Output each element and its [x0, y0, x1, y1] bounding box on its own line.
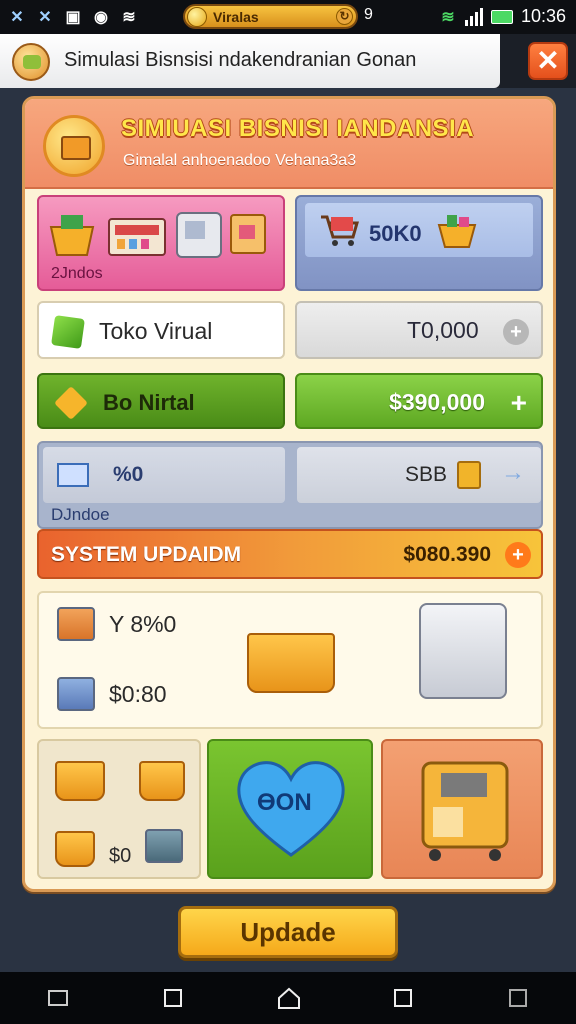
close-icon: ✕ — [536, 45, 560, 76]
shopping-basket-icon — [247, 633, 335, 693]
wifi-icon: ≋ — [122, 9, 136, 26]
screenshot-icon[interactable] — [46, 986, 70, 1010]
status-left-icons: ✕ ✕ ▣ ◉ ≋ — [8, 8, 138, 26]
update-button[interactable]: Updade — [178, 906, 398, 958]
app-logo — [12, 43, 50, 81]
toko-cube-icon — [51, 315, 85, 349]
info-line-2: $0:80 — [109, 681, 167, 707]
items-value: $0 — [109, 845, 132, 867]
panel-subtitle: Gimalal anhoenadoo Vehana3a3 — [123, 152, 357, 169]
chart-icon — [57, 463, 89, 487]
status-right: ≋ 10:36 — [439, 6, 566, 27]
vending-machine-icon — [419, 603, 507, 699]
status-number: 9 — [364, 6, 373, 23]
coin-add-icon[interactable]: ↻ — [336, 8, 353, 25]
basket-icon — [49, 215, 95, 256]
photo-icon — [57, 677, 95, 711]
navigation-bar — [0, 972, 576, 1024]
coin-icon — [187, 7, 207, 27]
panel-header: SIMIUASI BISNISI IANDANSIA Gimalal anhoe… — [25, 99, 553, 189]
basket-icon — [55, 761, 105, 801]
gallery-icon: ▣ — [65, 9, 81, 26]
status-bar: ✕ ✕ ▣ ◉ ≋ Viralas ↻ 9 ≋ 10:36 — [0, 0, 576, 34]
basket-icon — [55, 831, 95, 867]
info-line-1: Y 8%0 — [109, 611, 177, 637]
stats-strip-label: DJndoe — [51, 505, 110, 524]
toko-virtual-row[interactable]: Toko Virual — [37, 301, 285, 359]
heart-tile[interactable]: ӨON — [207, 739, 373, 879]
stats-strip: %0 SBB → DJndoe — [37, 441, 543, 529]
basket-icon — [437, 215, 477, 248]
game-panel: SIMIUASI BISNISI IANDANSIA Gimalal anhoe… — [22, 96, 556, 892]
gallery-icon[interactable] — [506, 986, 530, 1010]
stats-left-value: %0 — [113, 463, 144, 486]
app-title: Simulasi Bisnsisi ndakendranian Gonan — [64, 49, 417, 71]
bo-value-row[interactable]: $390,000 + — [295, 373, 543, 429]
tile-products-label: 2Jndos — [51, 265, 103, 282]
system-update-value: $080.390 — [403, 543, 491, 566]
toko-label: Toko Virual — [99, 318, 213, 344]
atm-machine-icon — [421, 761, 509, 861]
plus-icon[interactable]: + — [503, 319, 529, 345]
app-banner: Simulasi Bisnsisi ndakendranian Gonan — [0, 34, 500, 88]
recent-apps-icon[interactable] — [161, 986, 185, 1010]
picture-frame-icon — [57, 607, 95, 641]
stats-right-value: SBB — [405, 463, 448, 486]
star-icon — [54, 386, 88, 420]
system-update-bar[interactable]: SYSTEM UPDAIDM $080.390 + — [37, 529, 543, 579]
battery-icon — [490, 9, 513, 24]
close-button[interactable]: ✕ — [528, 42, 568, 80]
tile-cart-value[interactable]: 50K0 — [295, 195, 543, 291]
app-header: Simulasi Bisnsisi ndakendranian Gonan ✕ — [0, 34, 576, 88]
heart-label: ӨON — [257, 789, 312, 816]
back-icon[interactable] — [391, 986, 415, 1010]
vending-machine-icon — [176, 212, 222, 258]
tile-products[interactable]: 2Jndos — [37, 195, 285, 291]
toko-value: T0,000 — [407, 317, 479, 343]
bo-row[interactable]: Bo Nirtal — [37, 373, 285, 429]
plus-icon[interactable]: + — [505, 542, 531, 568]
gadget-icon — [145, 829, 183, 863]
cart-value: 50K0 — [369, 221, 422, 246]
info-card: Y 8%0 $0:80 — [37, 591, 543, 729]
stats-right[interactable]: SBB → — [297, 447, 541, 503]
wifi-signal-icon: ≋ — [441, 8, 455, 26]
cart-icon — [321, 215, 359, 246]
bluetooth-icon: ✕ — [10, 9, 24, 26]
shop-bag-icon — [43, 115, 105, 177]
stats-left[interactable]: %0 — [43, 447, 285, 503]
system-update-label: SYSTEM UPDAIDM — [51, 543, 242, 566]
sync-icon: ✕ — [38, 9, 52, 26]
gift-box-icon — [230, 214, 266, 254]
vpn-icon: ◉ — [94, 9, 108, 26]
coin-label: Viralas — [213, 8, 259, 25]
price-tag-icon — [457, 461, 481, 489]
machine-tile[interactable] — [381, 739, 543, 879]
arrow-right-icon[interactable]: → — [501, 459, 525, 487]
bo-value: $390,000 — [389, 389, 485, 415]
home-icon[interactable] — [276, 986, 300, 1010]
panel-title: SIMIUASI BISNISI IANDANSIA — [121, 115, 475, 142]
toko-value-row[interactable]: T0,000 + — [295, 301, 543, 359]
basket-icon — [139, 761, 185, 801]
items-tile[interactable]: $0 — [37, 739, 201, 879]
plus-icon[interactable]: + — [511, 387, 527, 419]
product-icons — [49, 212, 266, 258]
coin-badge[interactable]: Viralas ↻ — [183, 4, 358, 29]
status-time: 10:36 — [520, 6, 566, 26]
bo-label: Bo Nirtal — [103, 390, 195, 415]
store-icon — [108, 218, 166, 256]
signal-icon — [464, 7, 483, 26]
heart-icon: ӨON — [235, 759, 347, 859]
bottom-row: $0 ӨON — [37, 739, 543, 879]
